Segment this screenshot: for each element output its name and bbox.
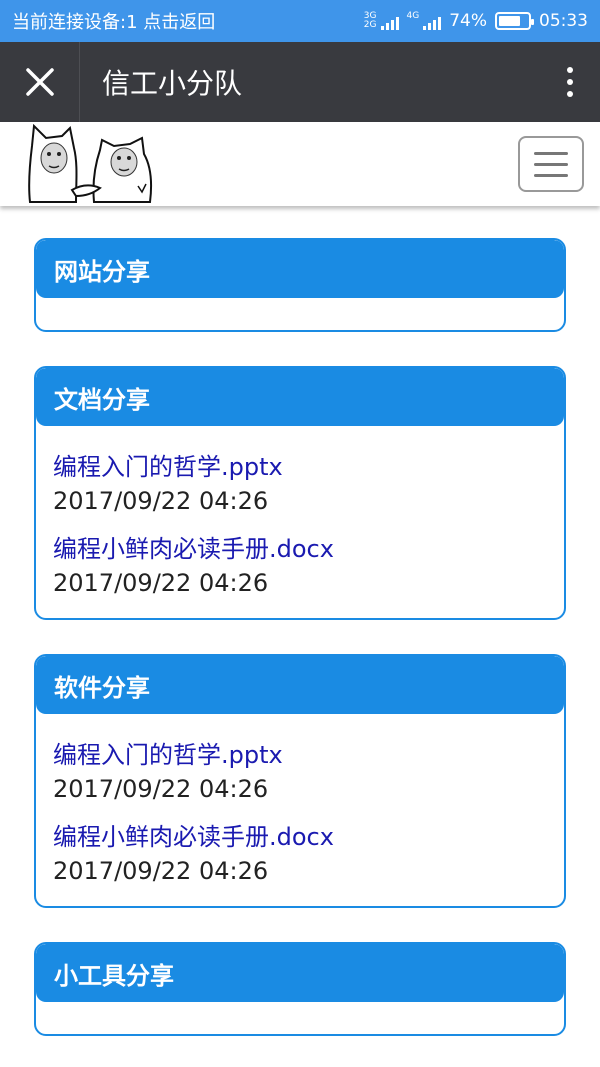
section-title: 软件分享 — [36, 656, 564, 714]
status-bar: 当前连接设备:1 点击返回 3G 2G 4G 74% 05:33 — [0, 0, 600, 42]
share-section-card: 网站分享 — [34, 238, 566, 332]
signal-4g-icon: 4G — [407, 12, 442, 30]
share-section-card: 文档分享 编程入门的哲学.pptx 2017/09/22 04:26 编程小鲜肉必读手… — [34, 366, 566, 620]
cartoon-cats-handshake-logo[interactable] — [24, 124, 170, 204]
section-title: 文档分享 — [36, 368, 564, 426]
section-body — [36, 298, 564, 330]
site-header — [0, 122, 600, 206]
hamburger-menu-button[interactable] — [518, 136, 584, 192]
file-list-item: 编程入门的哲学.pptx 2017/09/22 04:26 — [53, 728, 547, 810]
page-title: 信工小分队 — [102, 67, 243, 100]
clock: 05:33 — [539, 11, 588, 31]
close-button[interactable] — [0, 42, 80, 122]
signal-3g-icon: 3G 2G — [364, 12, 399, 30]
file-list-item: 编程小鲜肉必读手册.docx 2017/09/22 04:26 — [53, 810, 547, 892]
more-vertical-icon — [567, 67, 573, 73]
file-download-link[interactable]: 编程入门的哲学.pptx — [53, 738, 547, 772]
status-icons: 3G 2G 4G 74% 05:33 — [364, 11, 588, 31]
main-content[interactable]: 网站分享 文档分享 编程入门的哲学.pptx 2017/09/22 04:26 编程小鲜… — [0, 206, 600, 1067]
section-title: 小工具分享 — [36, 944, 564, 1002]
share-section-card: 软件分享 编程入门的哲学.pptx 2017/09/22 04:26 编程小鲜肉必读手… — [34, 654, 566, 908]
section-body: 编程入门的哲学.pptx 2017/09/22 04:26 编程小鲜肉必读手册.do… — [36, 426, 564, 618]
connected-devices-text[interactable]: 当前连接设备:1 点击返回 — [12, 8, 364, 34]
battery-icon — [495, 12, 534, 30]
file-date: 2017/09/22 04:26 — [53, 857, 269, 885]
more-options-button[interactable] — [540, 42, 600, 122]
section-body: 编程入门的哲学.pptx 2017/09/22 04:26 编程小鲜肉必读手册.do… — [36, 714, 564, 906]
file-list-item: 编程入门的哲学.pptx 2017/09/22 04:26 — [53, 440, 547, 522]
section-title: 网站分享 — [36, 240, 564, 298]
net1-bottom-label: 2G — [363, 20, 377, 30]
file-download-link[interactable]: 编程小鲜肉必读手册.docx — [53, 820, 547, 854]
hamburger-menu-icon — [534, 151, 568, 155]
section-body — [36, 1002, 564, 1034]
close-icon — [25, 68, 54, 96]
file-date: 2017/09/22 04:26 — [53, 775, 269, 803]
file-list-item: 编程小鲜肉必读手册.docx 2017/09/22 04:26 — [53, 522, 547, 604]
file-date: 2017/09/22 04:26 — [53, 569, 269, 597]
title-bar: 信工小分队 — [0, 42, 600, 122]
file-download-link[interactable]: 编程小鲜肉必读手册.docx — [53, 532, 547, 566]
file-date: 2017/09/22 04:26 — [53, 487, 269, 515]
share-section-card: 小工具分享 — [34, 942, 566, 1036]
file-download-link[interactable]: 编程入门的哲学.pptx — [53, 450, 547, 484]
battery-percent: 74% — [449, 11, 487, 31]
